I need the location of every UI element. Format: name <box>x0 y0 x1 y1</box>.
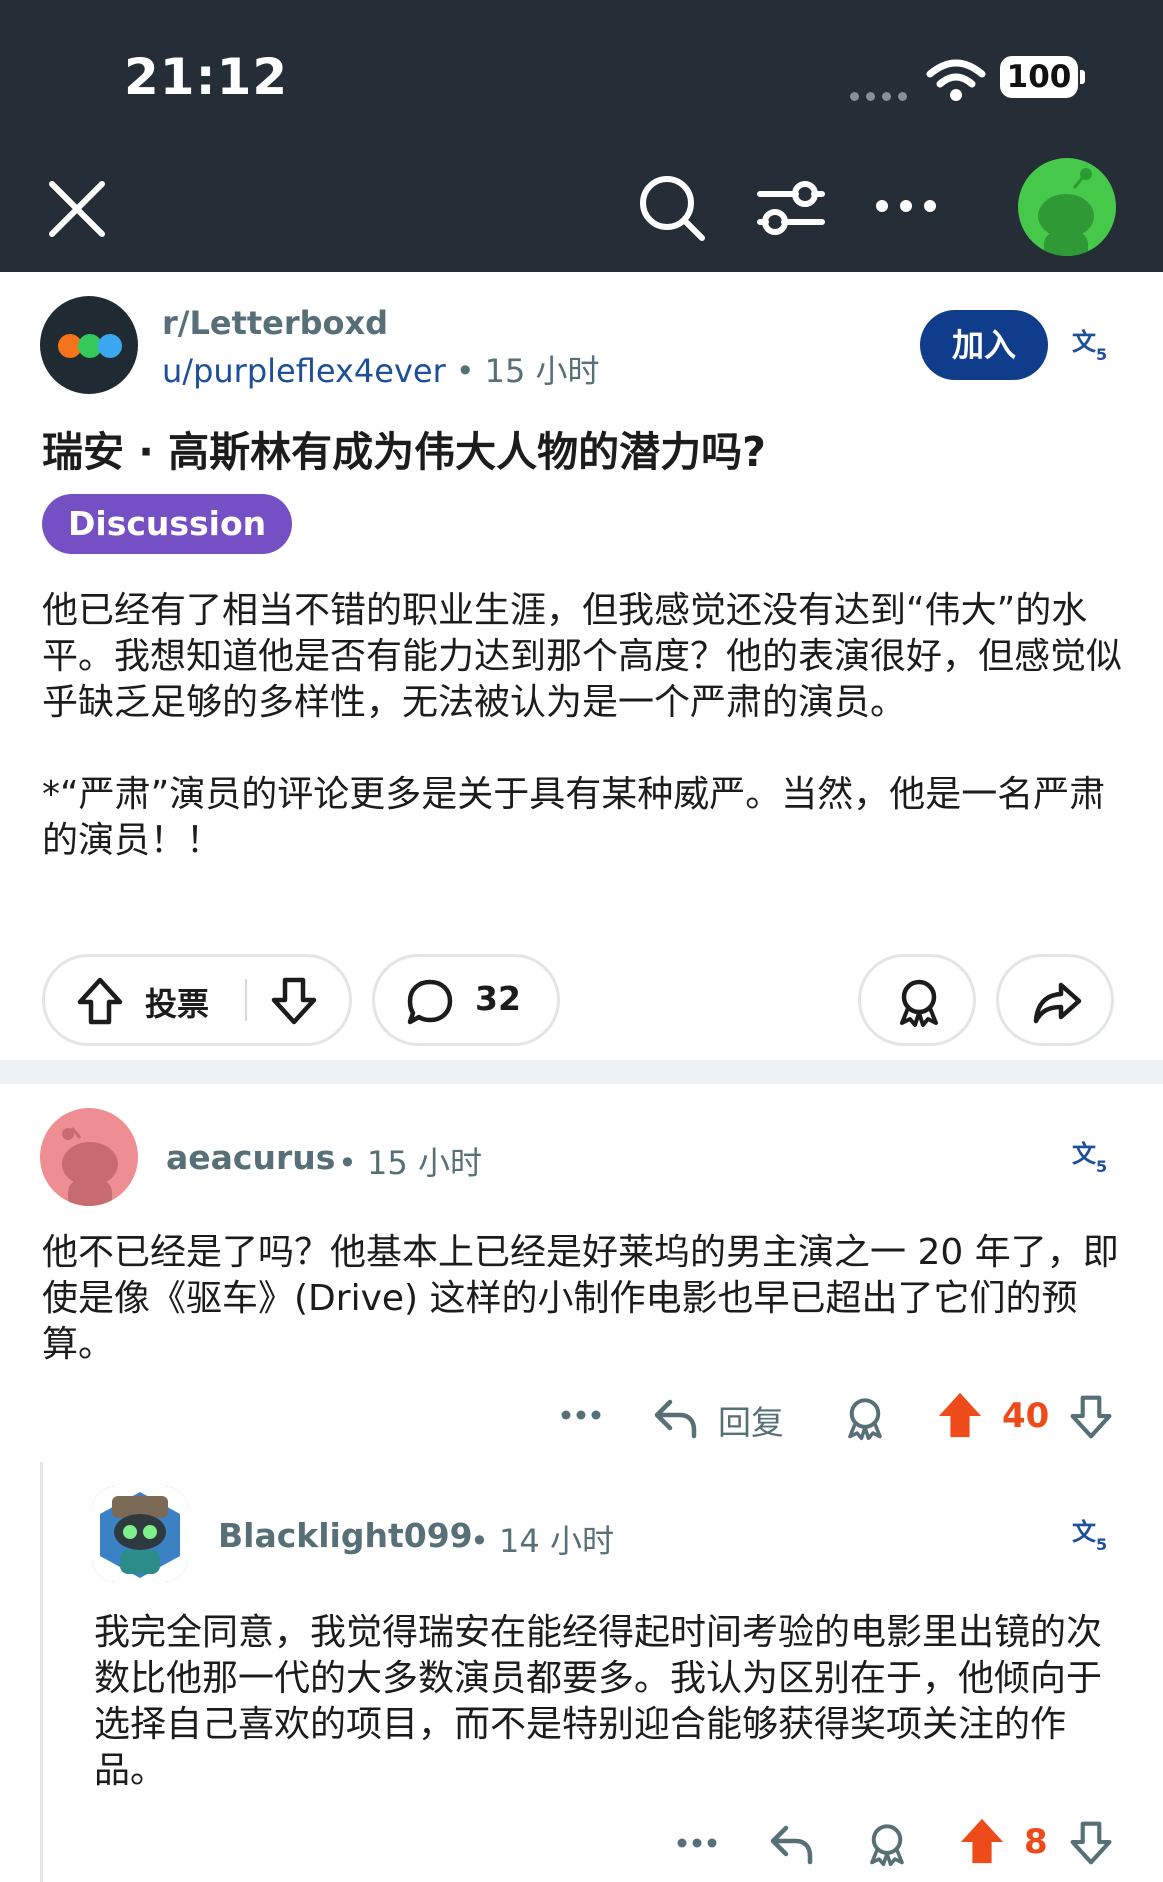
comment-time-text: 14 小时 <box>499 1522 614 1560</box>
post-time: 15 小时 <box>484 352 600 390</box>
snoo-avatar-icon <box>1038 168 1094 256</box>
downvote-icon[interactable] <box>1068 1392 1114 1442</box>
comments-button[interactable]: 32 <box>372 954 560 1046</box>
reply-icon <box>654 1399 697 1439</box>
award-icon[interactable] <box>864 1820 910 1868</box>
comment-time: • 14 小时 <box>470 1516 614 1562</box>
join-button[interactable]: 加入 <box>920 310 1048 380</box>
more-icon[interactable] <box>560 1400 602 1430</box>
comment-icon <box>407 979 453 1025</box>
award-icon[interactable] <box>842 1394 888 1442</box>
upvote-icon[interactable] <box>75 975 125 1027</box>
section-divider <box>0 1060 1163 1084</box>
comment-score: 40 <box>1002 1396 1050 1436</box>
post-body-paragraph: *“严肃”演员的评论更多是关于具有某种威严。当然，他是一名严肃的演员！！ <box>42 774 1106 861</box>
cellular-signal-icon <box>850 86 914 105</box>
translate-icon[interactable]: 文 5 <box>1072 1516 1112 1552</box>
battery-indicator: 100 <box>1000 56 1078 98</box>
svg-text:5: 5 <box>1096 345 1107 362</box>
comment-body: 他不已经是了吗？他基本上已经是好莱坞的男主演之一 20 年了，即使是像《驱车》(… <box>42 1232 1119 1365</box>
wifi-icon <box>926 59 986 101</box>
subreddit-name[interactable]: r/Letterboxd <box>162 304 388 342</box>
reply-label: 回复 <box>718 1403 784 1442</box>
vote-divider <box>245 979 247 1021</box>
subreddit-avatar[interactable] <box>40 296 138 394</box>
snoo-avatar-icon <box>62 1127 118 1206</box>
award-icon <box>900 979 938 1027</box>
meta-separator: • <box>470 1522 489 1560</box>
vote-pill: 投票 <box>42 954 352 1046</box>
search-icon <box>640 176 705 241</box>
upvote-icon[interactable] <box>958 1816 1006 1866</box>
more-icon <box>876 200 936 212</box>
downvote-icon[interactable] <box>1068 1818 1114 1868</box>
top-bar: 21:12 100 <box>0 0 1163 272</box>
post-title: 瑞安 · 高斯林有成为伟大人物的潜力吗? <box>42 428 766 476</box>
post-body-paragraph: 他已经有了相当不错的职业生涯，但我感觉还没有达到“伟大”的水平。我想知道他是否有… <box>42 590 1123 723</box>
svg-text:文: 文 <box>1072 1518 1097 1546</box>
svg-text:5: 5 <box>1096 1157 1107 1174</box>
post-author-link[interactable]: u/purpleflex4ever <box>162 352 446 390</box>
comment-author[interactable]: Blacklight099 <box>218 1516 473 1555</box>
battery-tip <box>1080 70 1085 84</box>
comment-time-text: 15 小时 <box>367 1144 482 1182</box>
commenter-avatar[interactable] <box>92 1486 188 1582</box>
post-meta: u/purpleflex4ever • 15 小时 <box>162 346 600 392</box>
close-icon <box>49 181 105 237</box>
comment-score: 8 <box>1024 1822 1048 1862</box>
svg-text:文: 文 <box>1072 1140 1097 1168</box>
translate-icon[interactable]: 文 5 <box>1072 326 1112 362</box>
share-icon <box>1033 982 1082 1024</box>
reply-icon[interactable] <box>768 1820 814 1866</box>
close-button[interactable] <box>44 176 110 242</box>
post-flair[interactable]: Discussion <box>42 494 293 554</box>
meta-separator: • <box>338 1144 357 1182</box>
filter-button[interactable] <box>754 172 826 244</box>
post-body: 他已经有了相当不错的职业生涯，但我感觉还没有达到“伟大”的水平。我想知道他是否有… <box>42 588 1122 910</box>
comment-author[interactable]: aeacurus <box>166 1138 335 1177</box>
user-avatar-button[interactable] <box>1018 158 1116 256</box>
reply-button[interactable]: 回复 <box>652 1394 802 1442</box>
comment-time: • 15 小时 <box>338 1138 482 1184</box>
comment-body: 我完全同意，我觉得瑞安在能经得起时间考验的电影里出镜的次数比他那一代的大多数演员… <box>94 1612 1103 1791</box>
more-icon[interactable] <box>676 1828 718 1858</box>
search-button[interactable] <box>636 172 708 244</box>
thread-line[interactable] <box>40 1462 43 1882</box>
upvote-icon[interactable] <box>936 1390 984 1440</box>
comment-count: 32 <box>475 979 521 1018</box>
filter-icon <box>757 181 825 235</box>
award-button[interactable] <box>858 954 976 1046</box>
snoo-avatar-icon <box>92 1486 188 1582</box>
share-button[interactable] <box>996 954 1114 1046</box>
translate-icon[interactable]: 文 5 <box>1072 1138 1112 1174</box>
commenter-avatar[interactable] <box>40 1108 138 1206</box>
status-time: 21:12 <box>124 48 289 106</box>
svg-text:文: 文 <box>1072 328 1097 356</box>
downvote-icon[interactable] <box>269 975 319 1027</box>
vote-label: 投票 <box>145 985 210 1023</box>
more-options-button[interactable] <box>870 186 942 226</box>
svg-text:5: 5 <box>1096 1535 1107 1552</box>
meta-separator: • <box>455 352 475 390</box>
